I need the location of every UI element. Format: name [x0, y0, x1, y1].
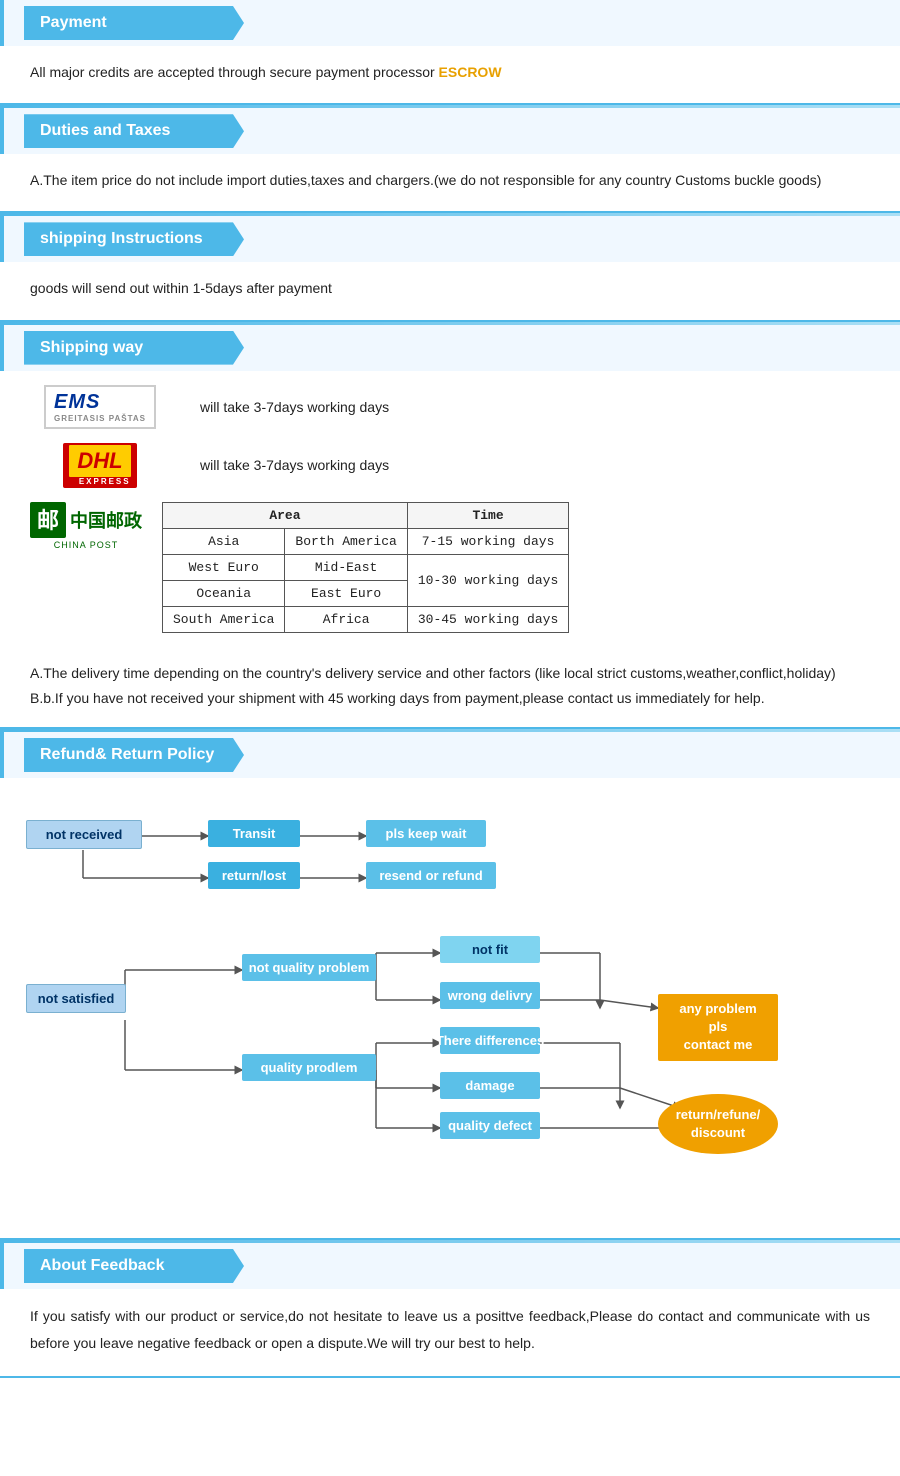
time-row2: 10-30 working days	[407, 554, 568, 606]
ems-row: EMS GREITASIS PAŠTAS will take 3-7days w…	[20, 385, 880, 429]
dhl-express-text: EXPRESS	[69, 477, 130, 486]
chinapost-icon: 邮	[30, 502, 66, 538]
svg-text:邮: 邮	[37, 508, 59, 533]
any-problem-box: any problem pls contact me	[658, 994, 778, 1061]
resend-refund-box: resend or refund	[366, 862, 496, 889]
quality-prodlem-box: quality prodlem	[242, 1054, 376, 1081]
there-differences-box: There differences	[440, 1027, 540, 1054]
duties-header: Duties and Taxes	[24, 114, 244, 148]
refund-header-wrap: Refund& Return Policy	[0, 732, 900, 778]
chinapost-logo: 邮 中国邮政 CHINA POST	[30, 502, 142, 550]
area1-row4: South America	[163, 606, 285, 632]
not-received-box: not received	[26, 820, 142, 849]
transit-box: Transit	[208, 820, 300, 847]
area2-row1: Borth America	[285, 528, 407, 554]
chinapost-row: 邮 中国邮政 CHINA POST Area Time Asia Borth A…	[30, 502, 880, 633]
delivery-note-a: A.The delivery time depending on the cou…	[30, 661, 870, 686]
area2-row2: Mid-East	[285, 554, 407, 580]
ems-logo-wrap: EMS GREITASIS PAŠTAS	[20, 385, 180, 429]
ems-main-text: EMS	[54, 391, 100, 413]
duties-section: Duties and Taxes A.The item price do not…	[0, 108, 900, 213]
shipping-instructions-header-wrap: shipping Instructions	[0, 216, 900, 262]
table-header-row: Area Time	[163, 502, 569, 528]
chinapost-cn-text: 中国邮政	[70, 507, 142, 533]
area2-row4: Africa	[285, 606, 407, 632]
payment-text: All major credits are accepted through s…	[30, 64, 439, 80]
feedback-section: About Feedback If you satisfy with our p…	[0, 1243, 900, 1378]
table-row-4: South America Africa 30-45 working days	[163, 606, 569, 632]
refund-section: Refund& Return Policy	[0, 732, 900, 1240]
time-row1: 7-15 working days	[407, 528, 568, 554]
delivery-notes: A.The delivery time depending on the cou…	[0, 651, 900, 727]
payment-section: Payment All major credits are accepted t…	[0, 0, 900, 105]
dhl-text: will take 3-7days working days	[200, 457, 389, 473]
table-row-2: West Euro Mid-East 10-30 working days	[163, 554, 569, 580]
damage-box: damage	[440, 1072, 540, 1099]
duties-header-wrap: Duties and Taxes	[0, 108, 900, 154]
shipping-instructions-header: shipping Instructions	[24, 222, 244, 256]
table-row-1: Asia Borth America 7-15 working days	[163, 528, 569, 554]
shipping-way-content: EMS GREITASIS PAŠTAS will take 3-7days w…	[0, 371, 900, 651]
quality-defect-box: quality defect	[440, 1112, 540, 1139]
refund-header: Refund& Return Policy	[24, 738, 244, 772]
area1-row2: West Euro	[163, 554, 285, 580]
pls-keep-wait-box: pls keep wait	[366, 820, 486, 847]
refund-diagram: not received Transit pls keep wait retur…	[0, 778, 900, 1238]
ems-text: will take 3-7days working days	[200, 399, 389, 415]
area-header: Area	[163, 502, 408, 528]
not-fit-box: not fit	[440, 936, 540, 963]
duties-text: A.The item price do not include import d…	[30, 172, 821, 188]
duties-content: A.The item price do not include import d…	[0, 154, 900, 211]
payment-header-wrap: Payment	[0, 0, 900, 46]
shipping-way-header-wrap: Shipping way	[0, 325, 900, 371]
feedback-content: If you satisfy with our product or servi…	[0, 1289, 900, 1376]
payment-content: All major credits are accepted through s…	[0, 46, 900, 103]
time-header: Time	[407, 502, 568, 528]
delivery-note-b: B.b.If you have not received your shipme…	[30, 686, 870, 711]
shipping-table: Area Time Asia Borth America 7-15 workin…	[162, 502, 569, 633]
escrow-label: ESCROW	[439, 64, 502, 80]
payment-header: Payment	[24, 6, 244, 40]
time-row4: 30-45 working days	[407, 606, 568, 632]
shipping-instructions-section: shipping Instructions goods will send ou…	[0, 216, 900, 321]
dhl-logo-wrap: DHL EXPRESS	[20, 443, 180, 488]
area2-row3: East Euro	[285, 580, 407, 606]
chinapost-top: 邮 中国邮政	[30, 502, 142, 538]
feedback-text: If you satisfy with our product or servi…	[30, 1308, 870, 1351]
return-refune-discount-box: return/refune/ discount	[658, 1094, 778, 1154]
shipping-instructions-text: goods will send out within 1-5days after…	[30, 280, 332, 296]
shipping-way-header: Shipping way	[24, 331, 244, 365]
dhl-letters: DHL	[77, 448, 122, 473]
dhl-row: DHL EXPRESS will take 3-7days working da…	[20, 443, 880, 488]
shipping-way-section: Shipping way EMS GREITASIS PAŠTAS will t…	[0, 325, 900, 729]
not-satisfied-box: not satisfied	[26, 984, 126, 1013]
return-lost-box: return/lost	[208, 862, 300, 889]
area1-row1: Asia	[163, 528, 285, 554]
ems-logo: EMS GREITASIS PAŠTAS	[44, 385, 156, 429]
wrong-delivry-box: wrong delivry	[440, 982, 540, 1009]
feedback-header: About Feedback	[24, 1249, 244, 1283]
feedback-header-wrap: About Feedback	[0, 1243, 900, 1289]
ems-sub-text: GREITASIS PAŠTAS	[54, 414, 146, 423]
area1-row3: Oceania	[163, 580, 285, 606]
not-quality-problem-box: not quality problem	[242, 954, 376, 981]
shipping-instructions-content: goods will send out within 1-5days after…	[0, 262, 900, 319]
chinapost-en-text: CHINA POST	[54, 540, 119, 550]
